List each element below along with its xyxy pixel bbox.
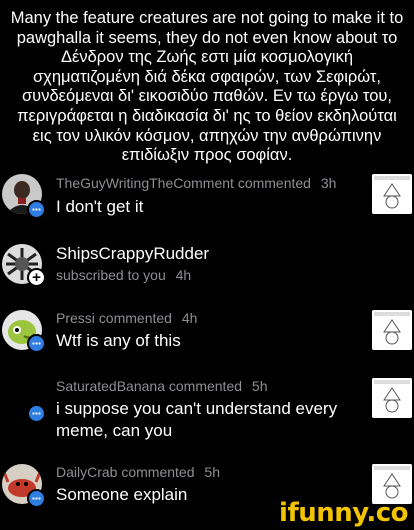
username[interactable]: DailyCrab	[56, 464, 117, 480]
timestamp: 3h	[320, 175, 337, 191]
post-thumbnail[interactable]	[372, 378, 412, 418]
plus-badge-icon: +	[27, 268, 46, 287]
username[interactable]: Pressi	[56, 310, 95, 326]
ifunny-watermark: ifunny.co	[279, 498, 408, 528]
comment-badge-icon	[27, 200, 46, 219]
username[interactable]: ShipsCrappyRudder	[56, 244, 209, 264]
notification-item[interactable]: Pressi commented 4h Wtf is any of this	[0, 306, 414, 366]
post-thumbnail[interactable]	[372, 310, 412, 350]
notification-meta: subscribed to you 4h	[56, 267, 191, 283]
timestamp: 4h	[175, 267, 192, 283]
notification-meta: DailyCrab commented 5h	[56, 464, 220, 480]
timestamp: 4h	[181, 310, 198, 326]
username[interactable]: SaturatedBanana	[56, 378, 165, 394]
comment-badge-icon	[27, 334, 46, 353]
comment-text: I don't get it	[56, 197, 144, 216]
action-text: commented	[121, 464, 195, 480]
timestamp: 5h	[204, 464, 220, 480]
action-text: commented	[98, 310, 172, 326]
comment-text: Someone explain	[56, 485, 188, 504]
timestamp: 5h	[251, 378, 268, 394]
meme-thumbnail-image	[372, 378, 412, 418]
notification-meta: SaturatedBanana commented 5h	[56, 378, 268, 394]
notification-meta: TheGuyWritingTheComment commented 3h	[56, 175, 336, 191]
username[interactable]: TheGuyWritingTheComment	[56, 175, 234, 191]
comment-text: Wtf is any of this	[56, 331, 181, 350]
meme-thumbnail-image	[372, 174, 412, 214]
meme-caption: Many the feature creatures are not going…	[10, 9, 404, 165]
comment-badge-icon	[27, 404, 46, 423]
comment-badge-icon	[27, 489, 46, 508]
notification-item[interactable]: TheGuyWritingTheComment commented 3h I d…	[0, 168, 414, 228]
notification-meta: Pressi commented 4h	[56, 310, 197, 326]
action-text: subscribed to you	[56, 267, 166, 283]
meme-thumbnail-image	[372, 310, 412, 350]
notification-item[interactable]: SaturatedBanana commented 5h i suppose y…	[0, 374, 414, 456]
notification-feed: TheGuyWritingTheComment commented 3h I d…	[0, 168, 414, 530]
post-thumbnail[interactable]	[372, 174, 412, 214]
action-text: commented	[237, 175, 311, 191]
comment-text: i suppose you can't understand every mem…	[56, 399, 338, 440]
action-text: commented	[168, 378, 243, 394]
notification-item[interactable]: + ShipsCrappyRudder subscribed to you 4h	[0, 236, 414, 292]
